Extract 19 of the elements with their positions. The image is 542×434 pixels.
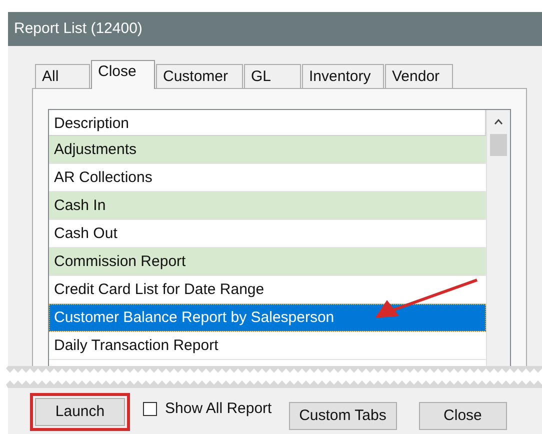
button[interactable]: Close bbox=[418, 402, 507, 430]
list-item[interactable]: Daily Transaction Report bbox=[49, 332, 486, 360]
list-item[interactable]: Customer Balance Report by Salesperson bbox=[49, 304, 486, 332]
list-item[interactable]: Cash In bbox=[49, 192, 486, 220]
list-item[interactable]: Adjustments bbox=[49, 136, 486, 164]
tab[interactable]: GL bbox=[244, 64, 301, 88]
tab[interactable]: Vendor bbox=[385, 64, 453, 88]
checkbox[interactable] bbox=[143, 402, 157, 416]
scrollbar[interactable] bbox=[486, 110, 510, 366]
list-item[interactable]: Commission Report bbox=[49, 248, 486, 276]
window-title: Report List (12400) bbox=[8, 12, 542, 46]
scrollbar-thumb[interactable] bbox=[490, 134, 507, 156]
tab[interactable]: Customer bbox=[156, 64, 243, 88]
tab[interactable]: Inventory bbox=[302, 64, 384, 88]
tab[interactable]: All bbox=[35, 64, 90, 88]
checkbox-label[interactable]: Show All Report bbox=[165, 398, 272, 420]
scroll-up-icon[interactable] bbox=[494, 119, 503, 125]
button[interactable]: Custom Tabs bbox=[288, 402, 397, 430]
tab[interactable]: Close bbox=[91, 60, 155, 89]
